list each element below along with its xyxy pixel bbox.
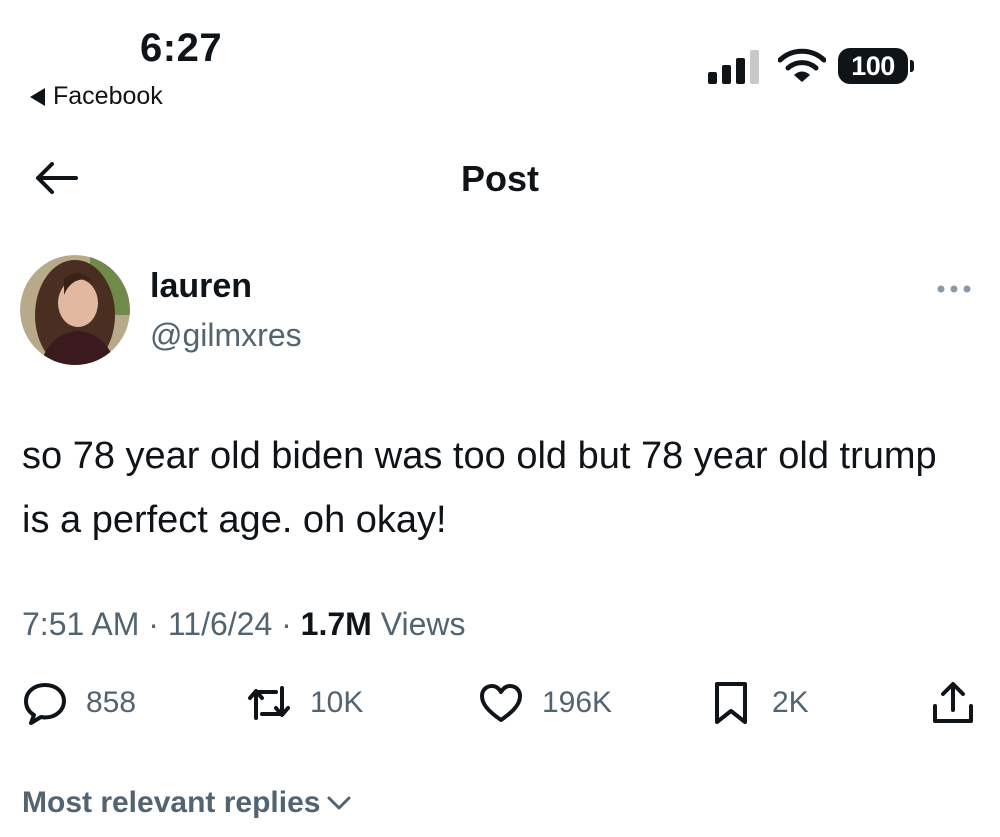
battery-tip xyxy=(910,60,914,72)
views-label[interactable]: Views xyxy=(381,606,466,642)
bookmark-icon xyxy=(715,682,747,724)
post-actions: 858 10K 196K 2K xyxy=(0,680,1000,740)
repost-button[interactable]: 10K xyxy=(246,680,363,726)
replies-sort-dropdown[interactable]: Most relevant replies xyxy=(22,786,352,820)
repost-count: 10K xyxy=(310,686,364,719)
reply-count: 858 xyxy=(86,686,137,719)
avatar[interactable] xyxy=(20,255,130,365)
reply-icon xyxy=(24,683,66,725)
author-handle[interactable]: @gilmxres xyxy=(150,317,302,354)
meta-separator: · xyxy=(281,606,301,642)
cellular-signal-icon xyxy=(708,50,759,84)
battery-indicator: 100 xyxy=(838,48,914,84)
like-button[interactable]: 196K xyxy=(478,680,612,726)
repost-icon xyxy=(248,686,290,720)
page-title: Post xyxy=(460,158,539,199)
views-count[interactable]: 1.7M xyxy=(301,606,372,642)
post-date: 11/6/24 xyxy=(167,606,273,642)
post-time: 7:51 AM xyxy=(22,606,140,642)
meta-separator: · xyxy=(148,606,168,642)
chevron-down-icon xyxy=(327,796,351,810)
post-meta: 7:51 AM · 11/6/24 · 1.7M Views xyxy=(22,606,465,643)
reply-button[interactable]: 858 xyxy=(22,680,136,726)
back-triangle-icon xyxy=(30,87,45,106)
status-bar: 6:27 Facebook 100 xyxy=(0,0,1000,120)
battery-level: 100 xyxy=(838,48,908,84)
replies-sort-label: Most relevant replies xyxy=(22,786,321,819)
back-to-app-link[interactable]: Facebook xyxy=(30,82,163,111)
nav-bar: Post xyxy=(0,140,1000,215)
heart-icon xyxy=(480,684,522,722)
status-time: 6:27 xyxy=(140,26,223,70)
post-text: so 78 year old biden was too old but 78 … xyxy=(22,435,937,541)
share-button[interactable] xyxy=(930,680,976,726)
more-options-icon[interactable] xyxy=(936,283,972,295)
back-app-label: Facebook xyxy=(53,82,163,110)
author-name[interactable]: lauren xyxy=(150,267,252,306)
bookmark-count: 2K xyxy=(772,686,809,719)
wifi-icon xyxy=(778,48,826,82)
like-count: 196K xyxy=(542,686,613,719)
bookmark-button[interactable]: 2K xyxy=(708,680,809,726)
post-author: lauren @gilmxres xyxy=(20,255,980,370)
share-icon xyxy=(933,682,973,723)
